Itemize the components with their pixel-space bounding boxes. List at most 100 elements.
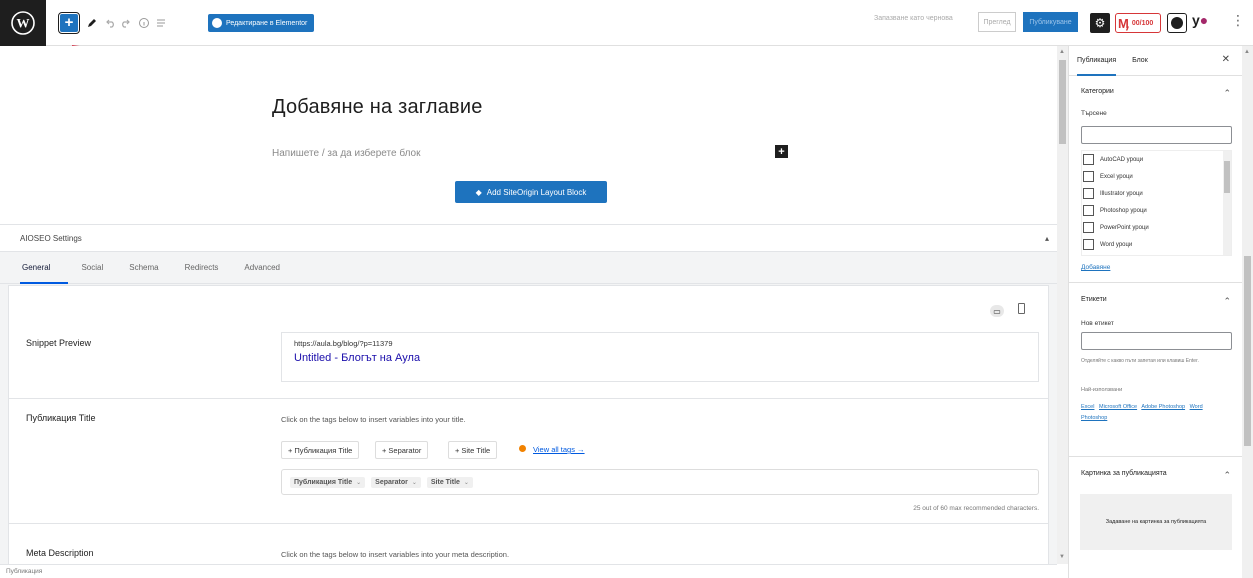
canvas-scrollbar[interactable]: ▲ ▼ [1057, 46, 1068, 564]
category-scrollbar[interactable] [1223, 151, 1231, 255]
tab-social[interactable]: Social [68, 252, 116, 284]
categories-panel-header[interactable]: Категории ⌃ [1069, 88, 1243, 99]
title-pill[interactable]: Публикация Title ⌄ [290, 476, 366, 488]
svg-text:W: W [17, 16, 30, 31]
mobile-preview-icon[interactable] [1018, 303, 1025, 314]
block-appender[interactable]: Напишете / за да изберете блок [272, 148, 421, 159]
popular-tags: Excel Microsoft Office Adobe Photoshop W… [1081, 402, 1233, 424]
tab-schema[interactable]: Schema [116, 252, 171, 284]
divider [9, 523, 1048, 524]
checkbox[interactable] [1083, 239, 1094, 250]
checkbox[interactable] [1083, 154, 1094, 165]
redo-icon[interactable] [120, 13, 132, 33]
view-all-tags-link[interactable]: View all tags → [533, 445, 585, 454]
pencil-icon[interactable] [86, 13, 98, 33]
title-pill[interactable]: Site Title ⌄ [426, 476, 473, 488]
chevron-up-icon[interactable]: ⌃ [1223, 470, 1231, 481]
divider [1069, 456, 1243, 457]
collapse-caret-icon[interactable]: ▴ [1045, 234, 1049, 243]
tag-link[interactable]: Excel [1081, 404, 1094, 410]
elementor-label: Редактиране в Elementor [226, 19, 308, 27]
chevron-up-icon[interactable]: ⌃ [1223, 296, 1231, 307]
tab-redirects[interactable]: Redirects [172, 252, 232, 284]
chevron-down-icon[interactable]: ⌄ [412, 479, 417, 486]
scrollbar-thumb[interactable] [1059, 60, 1066, 144]
close-icon[interactable]: ✕ [1222, 54, 1230, 65]
featured-image-panel-header[interactable]: Картинка за публикацията ⌃ [1069, 470, 1243, 481]
tab-general[interactable]: General [20, 252, 69, 284]
add-category-link[interactable]: Добавяне [1081, 264, 1110, 271]
list-item[interactable]: AutoCAD уроци [1082, 151, 1231, 168]
title-char-count: 25 out of 60 max recommended characters. [913, 505, 1039, 512]
save-draft-button[interactable]: Запазване като чернова [874, 15, 953, 22]
publish-button[interactable]: Публикуване [1023, 12, 1078, 32]
scroll-up-icon[interactable]: ▲ [1244, 49, 1250, 55]
aioseo-panel-header[interactable]: AIOSEO Settings ▴ [0, 225, 1057, 252]
chevron-down-icon[interactable]: ⌄ [356, 479, 361, 486]
tag-link[interactable]: Adobe Photoshop [1141, 404, 1185, 410]
post-title-input[interactable]: Добавяне на заглавие [272, 96, 483, 119]
checkbox[interactable] [1083, 188, 1094, 199]
desktop-preview-icon[interactable]: ▭ [990, 305, 1004, 317]
list-item[interactable]: Excel уроци [1082, 168, 1231, 185]
chevron-down-icon[interactable]: ⌄ [464, 479, 469, 486]
snippet-url: https://aula.bg/blog/?p=11379 [294, 339, 393, 348]
insert-post-title-tag-button[interactable]: + Публикация Title [281, 441, 360, 459]
wordpress-logo-icon[interactable]: W [0, 0, 46, 46]
aioseo-score-button[interactable]: Ӎ 00/100 [1115, 13, 1161, 33]
chevron-up-icon[interactable]: ⌃ [1223, 88, 1231, 99]
yoast-seo-icon[interactable]: y● [1192, 12, 1208, 28]
aioseo-panel-title: AIOSEO Settings [20, 233, 82, 243]
settings-sidebar: Публикация Блок ✕ Категории ⌃ Търсене Au… [1068, 46, 1243, 578]
scrollbar-thumb[interactable] [1224, 161, 1230, 193]
tab-block[interactable]: Блок [1124, 46, 1156, 76]
aioseo-settings-icon[interactable] [1167, 13, 1187, 33]
list-item[interactable]: Photoshop уроци [1082, 202, 1231, 219]
edit-with-elementor-button[interactable]: Редактиране в Elementor [208, 14, 315, 32]
breadcrumb[interactable]: Публикация [6, 568, 42, 575]
scrollbar-thumb[interactable] [1244, 256, 1251, 446]
inline-add-block-icon[interactable]: + [775, 145, 788, 158]
aioseo-score-value: 00/100 [1131, 19, 1154, 27]
list-item[interactable]: Illustrator уроци [1082, 185, 1231, 202]
tab-advanced[interactable]: Advanced [231, 252, 293, 284]
undo-icon[interactable] [104, 13, 116, 33]
category-search-input[interactable] [1081, 126, 1232, 144]
snippet-title: Untitled - Блогът на Аула [294, 352, 421, 364]
pill-label: Separator [375, 478, 408, 486]
tag-link[interactable]: Microsoft Office [1099, 404, 1137, 410]
checkbox[interactable] [1083, 222, 1094, 233]
set-featured-image-button[interactable]: Задаване на картинка за публикацията [1080, 494, 1232, 550]
scroll-down-icon[interactable]: ▼ [1059, 554, 1065, 560]
title-pill[interactable]: Separator ⌄ [371, 476, 421, 488]
aioseo-general-body: ▭ Snippet Preview https://aula.bg/blog/?… [8, 285, 1049, 565]
more-options-icon[interactable]: ⋮ [1231, 12, 1245, 29]
insert-separator-tag-button[interactable]: + Separator [375, 441, 429, 459]
tag-link[interactable]: Photoshop [1081, 415, 1107, 421]
page-scrollbar[interactable]: ▲ [1242, 46, 1253, 578]
new-tag-label: Нов етикет [1081, 320, 1114, 327]
scroll-up-icon[interactable]: ▲ [1059, 49, 1065, 55]
tags-panel-header[interactable]: Етикети ⌃ [1069, 296, 1243, 307]
add-siteorigin-layout-button[interactable]: ◆ Add SiteOrigin Layout Block [455, 181, 607, 203]
add-block-icon[interactable]: + [58, 12, 80, 34]
list-item[interactable]: Word уроци [1082, 236, 1231, 253]
tab-post[interactable]: Публикация [1069, 46, 1124, 76]
preview-button[interactable]: Преглед [978, 12, 1016, 32]
details-info-icon[interactable] [138, 13, 150, 33]
checkbox[interactable] [1083, 171, 1094, 182]
divider [1069, 282, 1243, 283]
category-label: Word уроци [1100, 241, 1133, 248]
categories-title: Категории [1081, 88, 1114, 95]
divider [9, 398, 1048, 399]
sidebar-tabs: Публикация Блок ✕ [1069, 46, 1242, 76]
settings-gear-icon[interactable]: ⚙ [1090, 13, 1110, 33]
insert-site-title-tag-button[interactable]: + Site Title [448, 441, 498, 459]
checkbox[interactable] [1083, 205, 1094, 216]
new-tag-input[interactable] [1081, 332, 1232, 350]
seo-title-field[interactable]: Публикация Title ⌄ Separator ⌄ Site Title ⌄ [281, 469, 1039, 495]
pill-label: Публикация Title [294, 478, 353, 486]
list-item[interactable]: PowerPoint уроци [1082, 219, 1231, 236]
tag-link[interactable]: Word [1190, 404, 1203, 410]
list-view-icon[interactable] [155, 13, 167, 33]
